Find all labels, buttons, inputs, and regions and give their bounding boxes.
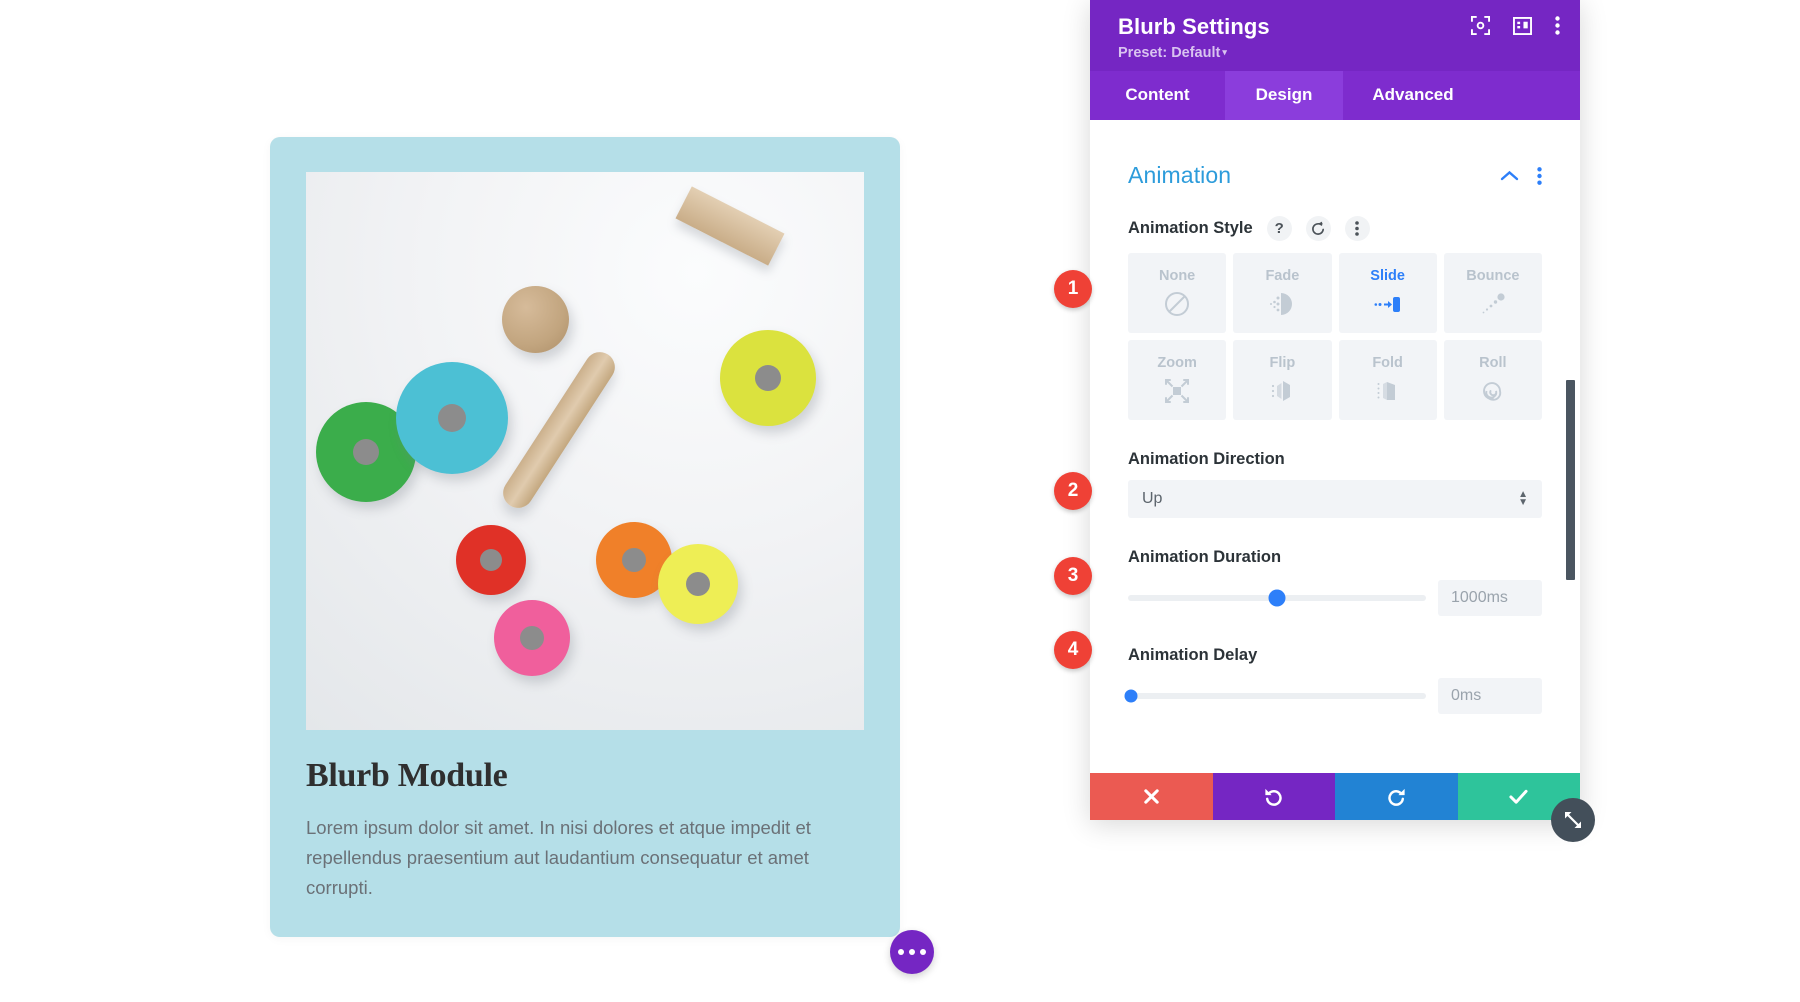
roll-spiral-icon (1482, 382, 1502, 401)
blurb-image[interactable] (306, 172, 864, 730)
style-option-flip[interactable]: Flip (1233, 340, 1332, 420)
question-mark-icon[interactable]: ? (1266, 216, 1292, 241)
bounce-ball-icon (1482, 293, 1505, 314)
fade-dots-icon (1270, 293, 1293, 315)
animation-duration-label: Animation Duration (1128, 548, 1282, 566)
ellipsis-icon (898, 949, 904, 955)
toy-ball-wood (502, 286, 569, 353)
panel-action-bar (1090, 773, 1580, 820)
toy-disc-red (456, 525, 526, 595)
panel-header: Blurb Settings Preset: Default ▾ (1090, 0, 1580, 71)
style-option-slide[interactable]: Slide (1338, 253, 1437, 333)
animation-style-grid: None Fade Slide Bounce Zoom Flip Fold Ro… (1128, 253, 1542, 420)
animation-delay-knob[interactable] (1124, 689, 1138, 703)
chevron-updown-icon: ▲ ▼ (1518, 489, 1528, 508)
animation-delay-slider[interactable] (1124, 689, 1426, 703)
ellipsis-icon (909, 949, 915, 955)
step-badge-2: 2 (1054, 472, 1092, 510)
style-option-label: Bounce (1466, 268, 1520, 284)
kebab-menu-icon[interactable] (1537, 166, 1542, 185)
fold-page-icon (1377, 382, 1395, 400)
redo-button[interactable] (1335, 773, 1458, 820)
no-entry-icon (1165, 292, 1190, 316)
style-option-label: None (1159, 268, 1196, 284)
zoom-expand-icon (1165, 379, 1190, 403)
animation-direction-label: Animation Direction (1128, 450, 1285, 468)
scrollbar-thumb[interactable] (1566, 380, 1575, 580)
checkmark-icon (1509, 789, 1528, 804)
tab-advanced[interactable]: Advanced (1343, 71, 1483, 120)
panel-tabs: Content Design Advanced (1090, 71, 1580, 120)
blurb-body-text: Lorem ipsum dolor sit amet. In nisi dolo… (306, 817, 811, 898)
kebab-menu-icon[interactable] (1344, 216, 1370, 241)
chevron-up-icon[interactable] (1500, 170, 1519, 182)
toy-hammer-head (675, 186, 785, 266)
section-header-icons (1500, 166, 1542, 185)
style-option-label: Fold (1372, 355, 1403, 371)
slide-arrow-icon (1374, 297, 1400, 312)
style-option-label: Zoom (1157, 355, 1197, 371)
animation-duration-row: 1000ms (1128, 580, 1542, 616)
page-canvas: Blurb Module Lorem ipsum dolor sit amet.… (0, 0, 1100, 1002)
module-options-fab[interactable] (890, 930, 934, 974)
blurb-settings-panel[interactable]: Blurb Settings Preset: Default▾ Content (1090, 0, 1580, 820)
tab-content[interactable]: Content (1090, 71, 1225, 120)
layout-panel-icon[interactable] (1513, 16, 1532, 35)
close-x-icon (1144, 789, 1159, 804)
preset-label: Preset: Default (1118, 45, 1221, 61)
kebab-menu-icon[interactable] (1555, 16, 1560, 35)
animation-style-label-row: Animation Style ? (1128, 216, 1542, 241)
style-option-bounce[interactable]: Bounce (1443, 253, 1542, 333)
style-option-label: Slide (1370, 268, 1405, 284)
redo-arrow-icon (1388, 788, 1405, 806)
undo-button[interactable] (1212, 773, 1335, 820)
style-option-label: Roll (1479, 355, 1507, 371)
toy-photo (306, 172, 864, 730)
style-option-fold[interactable]: Fold (1338, 340, 1437, 420)
chevron-down-icon: ▾ (1222, 47, 1227, 57)
resize-diagonal-icon (1565, 812, 1581, 828)
animation-direction-select[interactable]: Up ▲ ▼ (1128, 480, 1542, 518)
ellipsis-icon (920, 949, 926, 955)
animation-delay-input[interactable]: 0ms (1438, 678, 1542, 714)
focus-target-icon[interactable] (1471, 16, 1490, 35)
style-option-none[interactable]: None (1128, 253, 1227, 333)
animation-duration-input[interactable]: 1000ms (1438, 580, 1542, 616)
animation-style-label: Animation Style (1128, 219, 1253, 237)
toy-disc-yellow (658, 544, 738, 624)
style-option-label: Fade (1265, 268, 1300, 284)
animation-delay-label: Animation Delay (1128, 646, 1258, 664)
style-option-fade[interactable]: Fade (1233, 253, 1332, 333)
animation-section-header[interactable]: Animation (1128, 162, 1542, 189)
step-badge-4: 4 (1054, 631, 1092, 669)
panel-scrollbar[interactable] (1566, 120, 1575, 773)
style-option-zoom[interactable]: Zoom (1128, 340, 1227, 420)
animation-delay-row: 0ms (1124, 678, 1542, 714)
blurb-title: Blurb Module (306, 757, 508, 794)
header-icon-group (1471, 16, 1560, 35)
undo-reset-icon[interactable] (1305, 216, 1331, 241)
style-option-roll[interactable]: Roll (1443, 340, 1542, 420)
preset-selector[interactable]: Preset: Default ▾ (1118, 45, 1552, 61)
animation-duration-slider[interactable] (1128, 589, 1426, 607)
style-option-label: Flip (1269, 355, 1296, 371)
animation-direction-value: Up (1142, 490, 1163, 507)
panel-body: Animation Animation Style ? None Fade Sl… (1090, 120, 1580, 773)
step-badge-1: 1 (1054, 270, 1092, 308)
toy-disc-teal (396, 362, 508, 474)
undo-arrow-icon (1265, 788, 1282, 806)
toy-disc-pink (494, 600, 570, 676)
toy-disc-yellowgreen (720, 330, 816, 426)
step-badge-3: 3 (1054, 557, 1092, 595)
blurb-module-card[interactable]: Blurb Module Lorem ipsum dolor sit amet.… (270, 137, 900, 937)
toy-hammer-handle (497, 346, 621, 514)
tab-design[interactable]: Design (1225, 71, 1343, 120)
animation-duration-knob[interactable] (1268, 589, 1286, 607)
flip-card-icon (1272, 381, 1291, 401)
panel-resize-handle[interactable] (1551, 798, 1595, 842)
cancel-button[interactable] (1090, 773, 1213, 820)
panel-scroll-content: Animation Animation Style ? None Fade Sl… (1090, 120, 1580, 773)
section-title: Animation (1128, 162, 1232, 188)
